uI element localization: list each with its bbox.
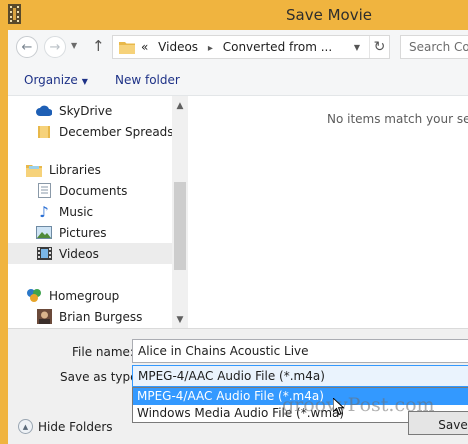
tree-item-label: SkyDrive — [59, 103, 113, 118]
breadcrumb: « Videos ▸ Converted from ... — [141, 40, 332, 54]
hide-folders-label: Hide Folders — [38, 419, 113, 434]
tree-item-december-spreadsheet[interactable]: December Spreadsheet — [8, 121, 172, 142]
scroll-down-arrow-icon[interactable]: ▼ — [172, 312, 188, 328]
title-bar: Save Movie — [0, 0, 468, 30]
command-bar: Organize ▼ New folder — [8, 66, 468, 96]
tree-item-label: Brian Burgess — [59, 309, 143, 324]
tree-item-documents[interactable]: Documents — [8, 180, 172, 201]
hide-folders-button[interactable]: ▲ Hide Folders — [18, 419, 113, 434]
up-arrow-icon[interactable]: ↑ — [92, 37, 105, 55]
filename-label: File name: — [72, 345, 134, 359]
new-folder-button[interactable]: New folder — [115, 73, 180, 87]
folder-icon — [119, 42, 135, 54]
address-bar[interactable]: « Videos ▸ Converted from ... ▼ ↻ — [112, 35, 390, 59]
tree-item-label: Pictures — [59, 225, 107, 240]
tree-item-label: December Spreadsheet — [59, 124, 172, 139]
search-box[interactable] — [400, 35, 468, 59]
tree-item-pictures[interactable]: Pictures — [8, 222, 172, 243]
filename-field[interactable] — [132, 339, 468, 363]
videos-icon — [36, 246, 52, 262]
save-as-type-value: MPEG-4/AAC Audio File (*.m4a) — [138, 369, 325, 383]
tree-item-label: Libraries — [49, 162, 101, 177]
save-movie-dialog: Save Movie ← → ▼ ↑ « Videos ▸ Converted … — [0, 0, 468, 444]
recent-locations-chevron-down-icon[interactable]: ▼ — [71, 41, 77, 50]
tree-item-label: Documents — [59, 183, 128, 198]
tree-item-label: Music — [59, 204, 94, 219]
user-avatar-icon — [36, 309, 52, 325]
tree-item-music[interactable]: ♪ Music — [8, 201, 172, 222]
breadcrumb-separator-icon[interactable]: ▸ — [208, 43, 213, 54]
scrollbar-thumb[interactable] — [174, 182, 186, 270]
tree-item-label: Homegroup — [49, 288, 120, 303]
breadcrumb-overflow[interactable]: « — [141, 40, 148, 54]
breadcrumb-converted[interactable]: Converted from ... — [223, 40, 332, 54]
breadcrumb-videos[interactable]: Videos — [158, 40, 198, 54]
dialog-client-area: ← → ▼ ↑ « Videos ▸ Converted from ... ▼ — [8, 30, 468, 444]
documents-icon — [36, 183, 52, 199]
libraries-icon — [26, 162, 42, 178]
refresh-icon[interactable]: ↻ — [369, 36, 389, 58]
save-form: File name: Save as type: MPEG-4/AAC Audi… — [8, 328, 468, 444]
skydrive-icon — [36, 103, 52, 119]
save-as-type-label: Save as type: — [60, 370, 142, 384]
homegroup-icon — [26, 288, 42, 304]
empty-results-message: No items match your search. — [327, 112, 468, 126]
address-history-chevron-down-icon[interactable]: ▼ — [347, 36, 367, 58]
forward-button[interactable]: → — [44, 36, 66, 58]
music-icon: ♪ — [39, 202, 49, 221]
navigation-pane-scrollbar[interactable]: ▲ ▼ — [172, 96, 188, 328]
tree-item-homegroup[interactable]: Homegroup — [8, 285, 172, 306]
file-list-pane[interactable]: No items match your search. — [189, 96, 468, 328]
forward-arrow-icon: → — [49, 39, 61, 55]
back-button[interactable]: ← — [16, 36, 38, 58]
organize-menu-button[interactable]: Organize ▼ — [24, 73, 88, 87]
search-input[interactable] — [401, 36, 468, 58]
tree-item-libraries[interactable]: Libraries — [8, 159, 172, 180]
folder-icon — [36, 124, 52, 140]
navigation-bar: ← → ▼ ↑ « Videos ▸ Converted from ... ▼ — [8, 30, 468, 66]
back-arrow-icon: ← — [21, 39, 33, 55]
watermark: groovyPost.com — [282, 394, 435, 416]
tree-item-skydrive[interactable]: SkyDrive — [8, 100, 172, 121]
pictures-icon — [36, 225, 52, 241]
tree-item-label: Videos — [59, 246, 99, 261]
organize-label: Organize — [24, 73, 78, 87]
organize-chevron-down-icon: ▼ — [81, 77, 88, 86]
navigation-pane: SkyDrive December Spreadsheet Libraries … — [8, 96, 188, 328]
tree-item-videos[interactable]: Videos — [8, 243, 172, 264]
window-title: Save Movie — [286, 6, 372, 24]
save-as-type-select[interactable]: MPEG-4/AAC Audio File (*.m4a) — [132, 365, 468, 387]
chevron-up-icon: ▲ — [18, 419, 33, 434]
scroll-up-arrow-icon[interactable]: ▲ — [172, 98, 188, 114]
tree-item-brian-burgess[interactable]: Brian Burgess — [8, 306, 172, 327]
mouse-cursor-icon — [333, 398, 345, 416]
